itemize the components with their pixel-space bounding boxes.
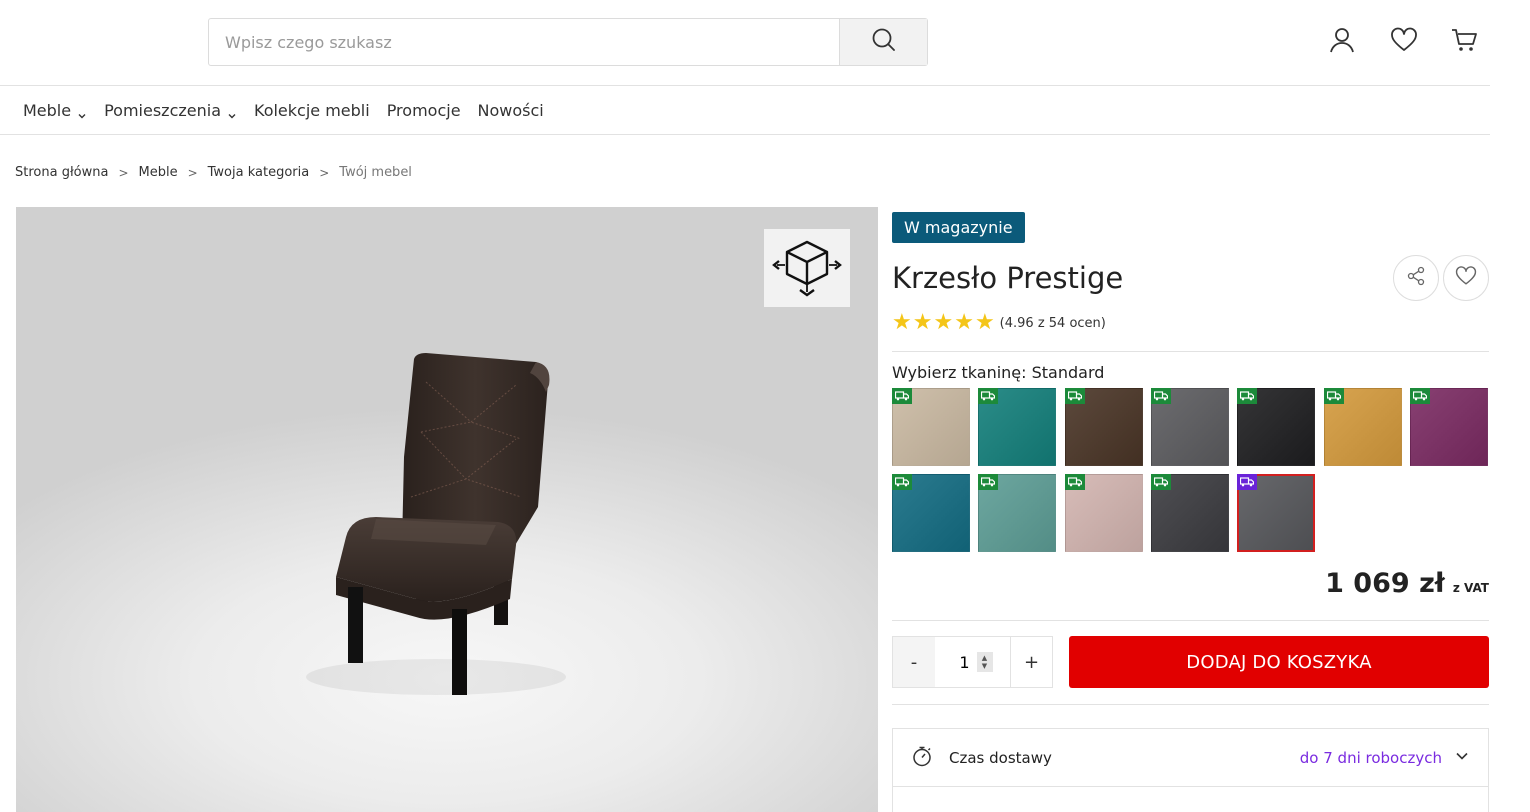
delivery-time-row[interactable]: Czas dostawy do 7 dni roboczych xyxy=(893,729,1488,787)
quantity-increase-button[interactable]: + xyxy=(1010,637,1052,687)
chevron-down-icon xyxy=(1454,748,1470,768)
cart-icon xyxy=(1450,26,1478,58)
search-icon xyxy=(871,27,897,57)
nav-item-promocje[interactable]: Promocje xyxy=(387,101,461,120)
wishlist-button[interactable] xyxy=(1388,26,1420,58)
heart-icon xyxy=(1390,26,1418,58)
nav-item-pomieszczenia[interactable]: Pomieszczenia xyxy=(104,101,237,120)
breadcrumb-link-home[interactable]: Strona główna xyxy=(15,165,108,180)
divider xyxy=(892,351,1489,352)
main-nav: Meble Pomieszczenia Kolekcje mebli Promo… xyxy=(0,87,1490,135)
delivery-truck-icon xyxy=(1065,388,1085,404)
view-3d-button[interactable] xyxy=(764,229,850,307)
product-chair-image xyxy=(306,353,566,695)
delivery-label: Czas dostawy xyxy=(949,748,1052,767)
divider xyxy=(892,620,1489,621)
share-button[interactable] xyxy=(1393,255,1439,301)
share-icon xyxy=(1406,266,1426,290)
fabric-swatch[interactable] xyxy=(1065,388,1143,466)
chevron-up-icon: ▲ xyxy=(981,654,988,662)
wishlist-product-button[interactable] xyxy=(1443,255,1489,301)
stock-badge: W magazynie xyxy=(892,212,1025,243)
nav-item-nowosci[interactable]: Nowości xyxy=(478,101,544,120)
price-vat-label: z VAT xyxy=(1452,581,1489,595)
delivery-truck-icon xyxy=(978,388,998,404)
delivery-truck-icon xyxy=(892,388,912,404)
star-icon: ★ xyxy=(912,310,933,335)
heart-icon xyxy=(1455,265,1477,291)
nav-item-label: Promocje xyxy=(386,101,461,120)
delivery-truck-icon xyxy=(1410,388,1430,404)
breadcrumb-separator: > xyxy=(187,165,198,180)
delivery-truck-icon xyxy=(978,474,998,490)
nav-item-label: Kolekcje mebli xyxy=(254,101,370,120)
product-3d-viewer[interactable] xyxy=(16,207,878,812)
cart-button[interactable] xyxy=(1448,26,1480,58)
delivery-truck-icon xyxy=(1151,474,1171,490)
divider xyxy=(892,704,1489,705)
nav-item-label: Nowości xyxy=(477,101,544,120)
fabric-swatch[interactable] xyxy=(1065,474,1143,552)
quantity-field: ▲ ▼ xyxy=(935,637,1010,687)
quantity-stepper: - ▲ ▼ + xyxy=(892,636,1053,688)
quantity-input[interactable] xyxy=(952,652,977,672)
fabric-swatch[interactable] xyxy=(1324,388,1402,466)
add-to-cart-button[interactable]: DODAJ DO KOSZYKA xyxy=(1069,636,1489,688)
stopwatch-icon xyxy=(911,745,933,771)
chevron-down-icon: ▼ xyxy=(981,662,988,670)
site-header xyxy=(0,0,1490,86)
rating-stars: ★ ★ ★ ★ ★ xyxy=(892,311,996,335)
product-rating[interactable]: ★ ★ ★ ★ ★ (4.96 z 54 ocen) xyxy=(892,311,1106,335)
breadcrumb-link-meble[interactable]: Meble xyxy=(139,165,178,180)
fabric-swatch[interactable] xyxy=(1410,388,1488,466)
delivery-truck-icon xyxy=(1237,388,1257,404)
chevron-down-icon xyxy=(227,106,237,118)
search-bar xyxy=(208,18,928,66)
fabric-swatch[interactable] xyxy=(1237,474,1315,552)
fabric-swatch[interactable] xyxy=(892,474,970,552)
fabric-swatch[interactable] xyxy=(892,388,970,466)
nav-item-kolekcje[interactable]: Kolekcje mebli xyxy=(254,101,370,120)
nav-item-label: Pomieszczenia xyxy=(104,101,221,120)
delivery-info: Czas dostawy do 7 dni roboczych xyxy=(892,728,1489,812)
fabric-swatch[interactable] xyxy=(978,474,1056,552)
fabric-swatch[interactable] xyxy=(1237,388,1315,466)
fabric-swatch[interactable] xyxy=(1151,388,1229,466)
breadcrumb-link-category[interactable]: Twoja kategoria xyxy=(208,165,310,180)
product-title: Krzesło Prestige xyxy=(892,261,1124,295)
chevron-down-icon xyxy=(77,106,87,118)
search-input[interactable] xyxy=(209,19,839,65)
fabric-label: Wybierz tkaninę: Standard xyxy=(892,363,1105,382)
delivery-truck-icon xyxy=(1324,388,1344,404)
3d-cube-icon xyxy=(769,234,845,302)
nav-item-label: Meble xyxy=(23,101,72,120)
delivery-value: do 7 dni roboczych xyxy=(1299,748,1442,767)
star-icon: ★ xyxy=(892,310,912,335)
quantity-spinner[interactable]: ▲ ▼ xyxy=(976,652,993,672)
quantity-decrease-button[interactable]: - xyxy=(893,637,935,687)
breadcrumb-separator: > xyxy=(118,165,129,180)
fabric-swatch[interactable] xyxy=(978,388,1056,466)
star-icon: ★ xyxy=(954,310,974,335)
star-icon: ★ xyxy=(974,310,995,335)
breadcrumb-separator: > xyxy=(319,165,330,180)
delivery-truck-icon xyxy=(1237,474,1257,490)
user-icon xyxy=(1328,26,1356,58)
delivery-truck-icon xyxy=(1065,474,1085,490)
price-amount: 1 069 zł xyxy=(1325,568,1445,599)
delivery-truck-icon xyxy=(892,474,912,490)
search-button[interactable] xyxy=(839,19,927,65)
account-button[interactable] xyxy=(1326,26,1358,58)
fabric-swatch[interactable] xyxy=(1151,474,1229,552)
breadcrumb-current: Twój mebel xyxy=(339,165,412,180)
product-price: 1 069 zł z VAT xyxy=(1325,568,1489,599)
breadcrumb: Strona główna > Meble > Twoja kategoria … xyxy=(15,165,412,180)
star-icon: ★ xyxy=(933,310,954,335)
nav-item-meble[interactable]: Meble xyxy=(23,101,87,120)
rating-text: (4.96 z 54 ocen) xyxy=(999,315,1106,331)
delivery-truck-icon xyxy=(1151,388,1171,404)
